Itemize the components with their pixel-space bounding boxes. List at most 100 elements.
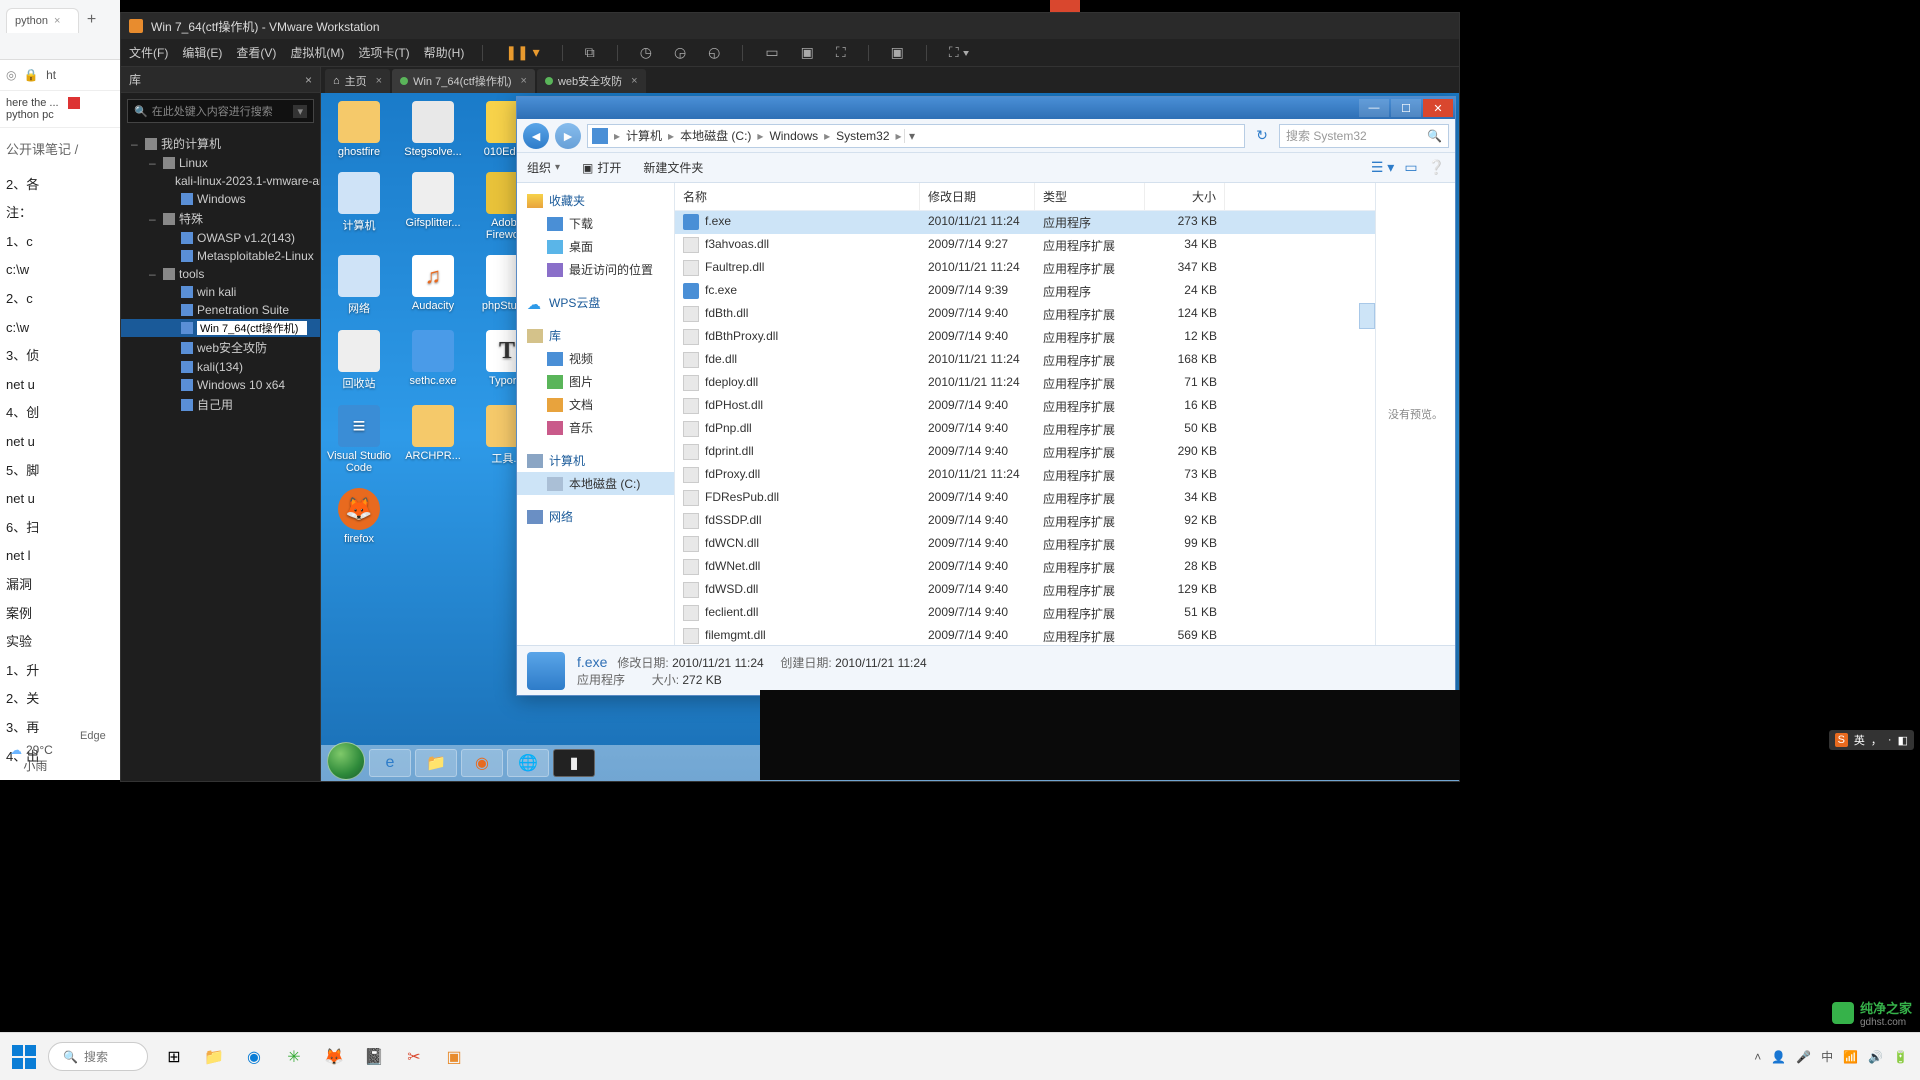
file-row[interactable]: FDResPub.dll2009/7/14 9:40应用程序扩展34 KB: [675, 487, 1375, 510]
tree-item[interactable]: kali-linux-2023.1-vmware-amd: [121, 172, 320, 190]
vm-tab[interactable]: ⌂主页×: [325, 69, 390, 93]
back-button[interactable]: ◄: [523, 123, 549, 149]
tool-button[interactable]: ◶: [670, 42, 690, 63]
view-button[interactable]: ▭: [761, 42, 782, 63]
vm-tab[interactable]: Win 7_64(ctf操作机)×: [392, 69, 535, 93]
crumb-segment[interactable]: Windows: [765, 129, 822, 143]
guest-desktop[interactable]: ghostfireStegsolve...010Edit...计算机Gifspl…: [321, 93, 1459, 781]
tree-item[interactable]: 库: [517, 324, 674, 347]
tree-item[interactable]: 收藏夹: [517, 189, 674, 212]
breadcrumb-bar[interactable]: ▸ 计算机 ▸ 本地磁盘 (C:) ▸ Windows ▸ System32 ▸…: [587, 124, 1245, 148]
taskbar-explorer[interactable]: 📁: [415, 749, 457, 777]
ime-toolbar[interactable]: S 英 ， · ◧: [1829, 730, 1914, 750]
view-button[interactable]: ▣: [797, 42, 818, 63]
close-icon[interactable]: ×: [54, 15, 60, 27]
desktop-icon[interactable]: 计算机: [327, 172, 391, 241]
bookmark-item[interactable]: python pc: [6, 109, 54, 121]
taskbar-search[interactable]: 🔍搜索: [48, 1042, 148, 1071]
tray-lang[interactable]: 中: [1821, 1048, 1833, 1065]
tree-item[interactable]: –tools: [121, 265, 320, 283]
file-row[interactable]: fdprint.dll2009/7/14 9:40应用程序扩展290 KB: [675, 441, 1375, 464]
taskbar-cmd[interactable]: ▮: [553, 749, 595, 777]
file-row[interactable]: feclient.dll2009/7/14 9:40应用程序扩展51 KB: [675, 602, 1375, 625]
file-row[interactable]: Faultrep.dll2010/11/21 11:24应用程序扩展347 KB: [675, 257, 1375, 280]
close-icon[interactable]: ×: [376, 75, 382, 87]
tree-item[interactable]: 本地磁盘 (C:): [517, 472, 674, 495]
explorer-titlebar[interactable]: — ☐ ✕: [517, 97, 1455, 119]
tree-item[interactable]: 自己用: [121, 394, 320, 415]
taskbar-ie[interactable]: e: [369, 749, 411, 777]
tree-item[interactable]: kali(134): [121, 358, 320, 376]
tree-item[interactable]: ☁WPS云盘: [517, 291, 674, 314]
tool-button[interactable]: ◵: [704, 42, 724, 63]
desktop-icon[interactable]: 🦊firefox: [327, 488, 391, 545]
bookmark-item[interactable]: here the ...: [6, 97, 59, 109]
close-button[interactable]: ✕: [1423, 99, 1453, 117]
start-button[interactable]: [327, 742, 365, 780]
tree-item[interactable]: 下载: [517, 212, 674, 235]
tray-people-icon[interactable]: 👤: [1771, 1050, 1786, 1064]
desktop-icon[interactable]: ♫Audacity: [401, 255, 465, 316]
tree-item[interactable]: OWASP v1.2(143): [121, 229, 320, 247]
file-row[interactable]: fde.dll2010/11/21 11:24应用程序扩展168 KB: [675, 349, 1375, 372]
pause-button[interactable]: ❚❚ ▾: [501, 42, 543, 63]
open-button[interactable]: ▣ 打开: [582, 159, 621, 176]
file-row[interactable]: f.exe2010/11/21 11:24应用程序273 KB: [675, 211, 1375, 234]
file-row[interactable]: f3ahvoas.dll2009/7/14 9:27应用程序扩展34 KB: [675, 234, 1375, 257]
tree-item[interactable]: 图片: [517, 370, 674, 393]
task-view-button[interactable]: ⊞: [160, 1043, 188, 1071]
organize-button[interactable]: 组织▾: [527, 159, 560, 176]
tree-item[interactable]: –特殊: [121, 208, 320, 229]
file-row[interactable]: fdWNet.dll2009/7/14 9:40应用程序扩展28 KB: [675, 556, 1375, 579]
desktop-icon[interactable]: ≡Visual Studio Code: [327, 405, 391, 474]
tray-battery-icon[interactable]: 🔋: [1893, 1050, 1908, 1064]
taskbar-notepad[interactable]: 📓: [360, 1043, 388, 1071]
close-icon[interactable]: ×: [305, 73, 312, 87]
vm-tab[interactable]: web安全攻防×: [537, 69, 646, 93]
tool-button[interactable]: ◷: [636, 42, 656, 63]
tree-item[interactable]: Metasploitable2-Linux: [121, 247, 320, 265]
tree-item[interactable]: Windows: [121, 190, 320, 208]
new-tab-button[interactable]: +: [87, 11, 96, 29]
desktop-icon[interactable]: Gifsplitter...: [401, 172, 465, 241]
start-button[interactable]: [12, 1045, 36, 1069]
tray-mic-icon[interactable]: 🎤: [1796, 1050, 1811, 1064]
col-size[interactable]: 大小: [1145, 183, 1225, 210]
taskbar-edge[interactable]: ◉: [240, 1043, 268, 1071]
desktop-icon[interactable]: ghostfire: [327, 101, 391, 158]
tree-item[interactable]: 音乐: [517, 416, 674, 439]
taskbar-wmp[interactable]: ◉: [461, 749, 503, 777]
ime-punct[interactable]: ，: [1871, 732, 1882, 748]
explorer-search[interactable]: 搜索 System32 🔍: [1279, 124, 1449, 148]
taskbar-chrome[interactable]: 🌐: [507, 749, 549, 777]
tree-item[interactable]: –Linux: [121, 154, 320, 172]
menu-help[interactable]: 帮助(H): [424, 44, 465, 61]
dropdown-icon[interactable]: ▾: [293, 105, 307, 118]
menu-tabs[interactable]: 选项卡(T): [358, 44, 409, 61]
ime-width[interactable]: ·: [1888, 734, 1892, 746]
ime-lang[interactable]: 英: [1854, 732, 1865, 748]
tree-item[interactable]: 计算机: [517, 449, 674, 472]
file-row[interactable]: fdPnp.dll2009/7/14 9:40应用程序扩展50 KB: [675, 418, 1375, 441]
tree-item[interactable]: web安全攻防: [121, 337, 320, 358]
tree-item[interactable]: 文档: [517, 393, 674, 416]
scrollbar-thumb[interactable]: [1359, 303, 1375, 329]
forward-button[interactable]: ►: [555, 123, 581, 149]
file-row[interactable]: fdeploy.dll2010/11/21 11:24应用程序扩展71 KB: [675, 372, 1375, 395]
menu-vm[interactable]: 虚拟机(M): [290, 44, 344, 61]
col-type[interactable]: 类型: [1035, 183, 1145, 210]
taskbar-firefox[interactable]: 🦊: [320, 1043, 348, 1071]
desktop-icon[interactable]: 网络: [327, 255, 391, 316]
maximize-button[interactable]: ☐: [1391, 99, 1421, 117]
taskbar-explorer[interactable]: 📁: [200, 1043, 228, 1071]
weather-widget[interactable]: ☁29°C 小雨: [10, 743, 53, 774]
tree-item[interactable]: win kali: [121, 283, 320, 301]
tray-wifi-icon[interactable]: 📶: [1843, 1050, 1858, 1064]
file-row[interactable]: filemgmt.dll2009/7/14 9:40应用程序扩展569 KB: [675, 625, 1375, 645]
file-row[interactable]: fc.exe2009/7/14 9:39应用程序24 KB: [675, 280, 1375, 303]
rename-input[interactable]: [197, 321, 307, 335]
new-folder-button[interactable]: 新建文件夹: [643, 159, 703, 176]
file-row[interactable]: fdBthProxy.dll2009/7/14 9:40应用程序扩展12 KB: [675, 326, 1375, 349]
vmware-titlebar[interactable]: Win 7_64(ctf操作机) - VMware Workstation: [121, 13, 1459, 39]
tree-item[interactable]: –我的计算机: [121, 133, 320, 154]
